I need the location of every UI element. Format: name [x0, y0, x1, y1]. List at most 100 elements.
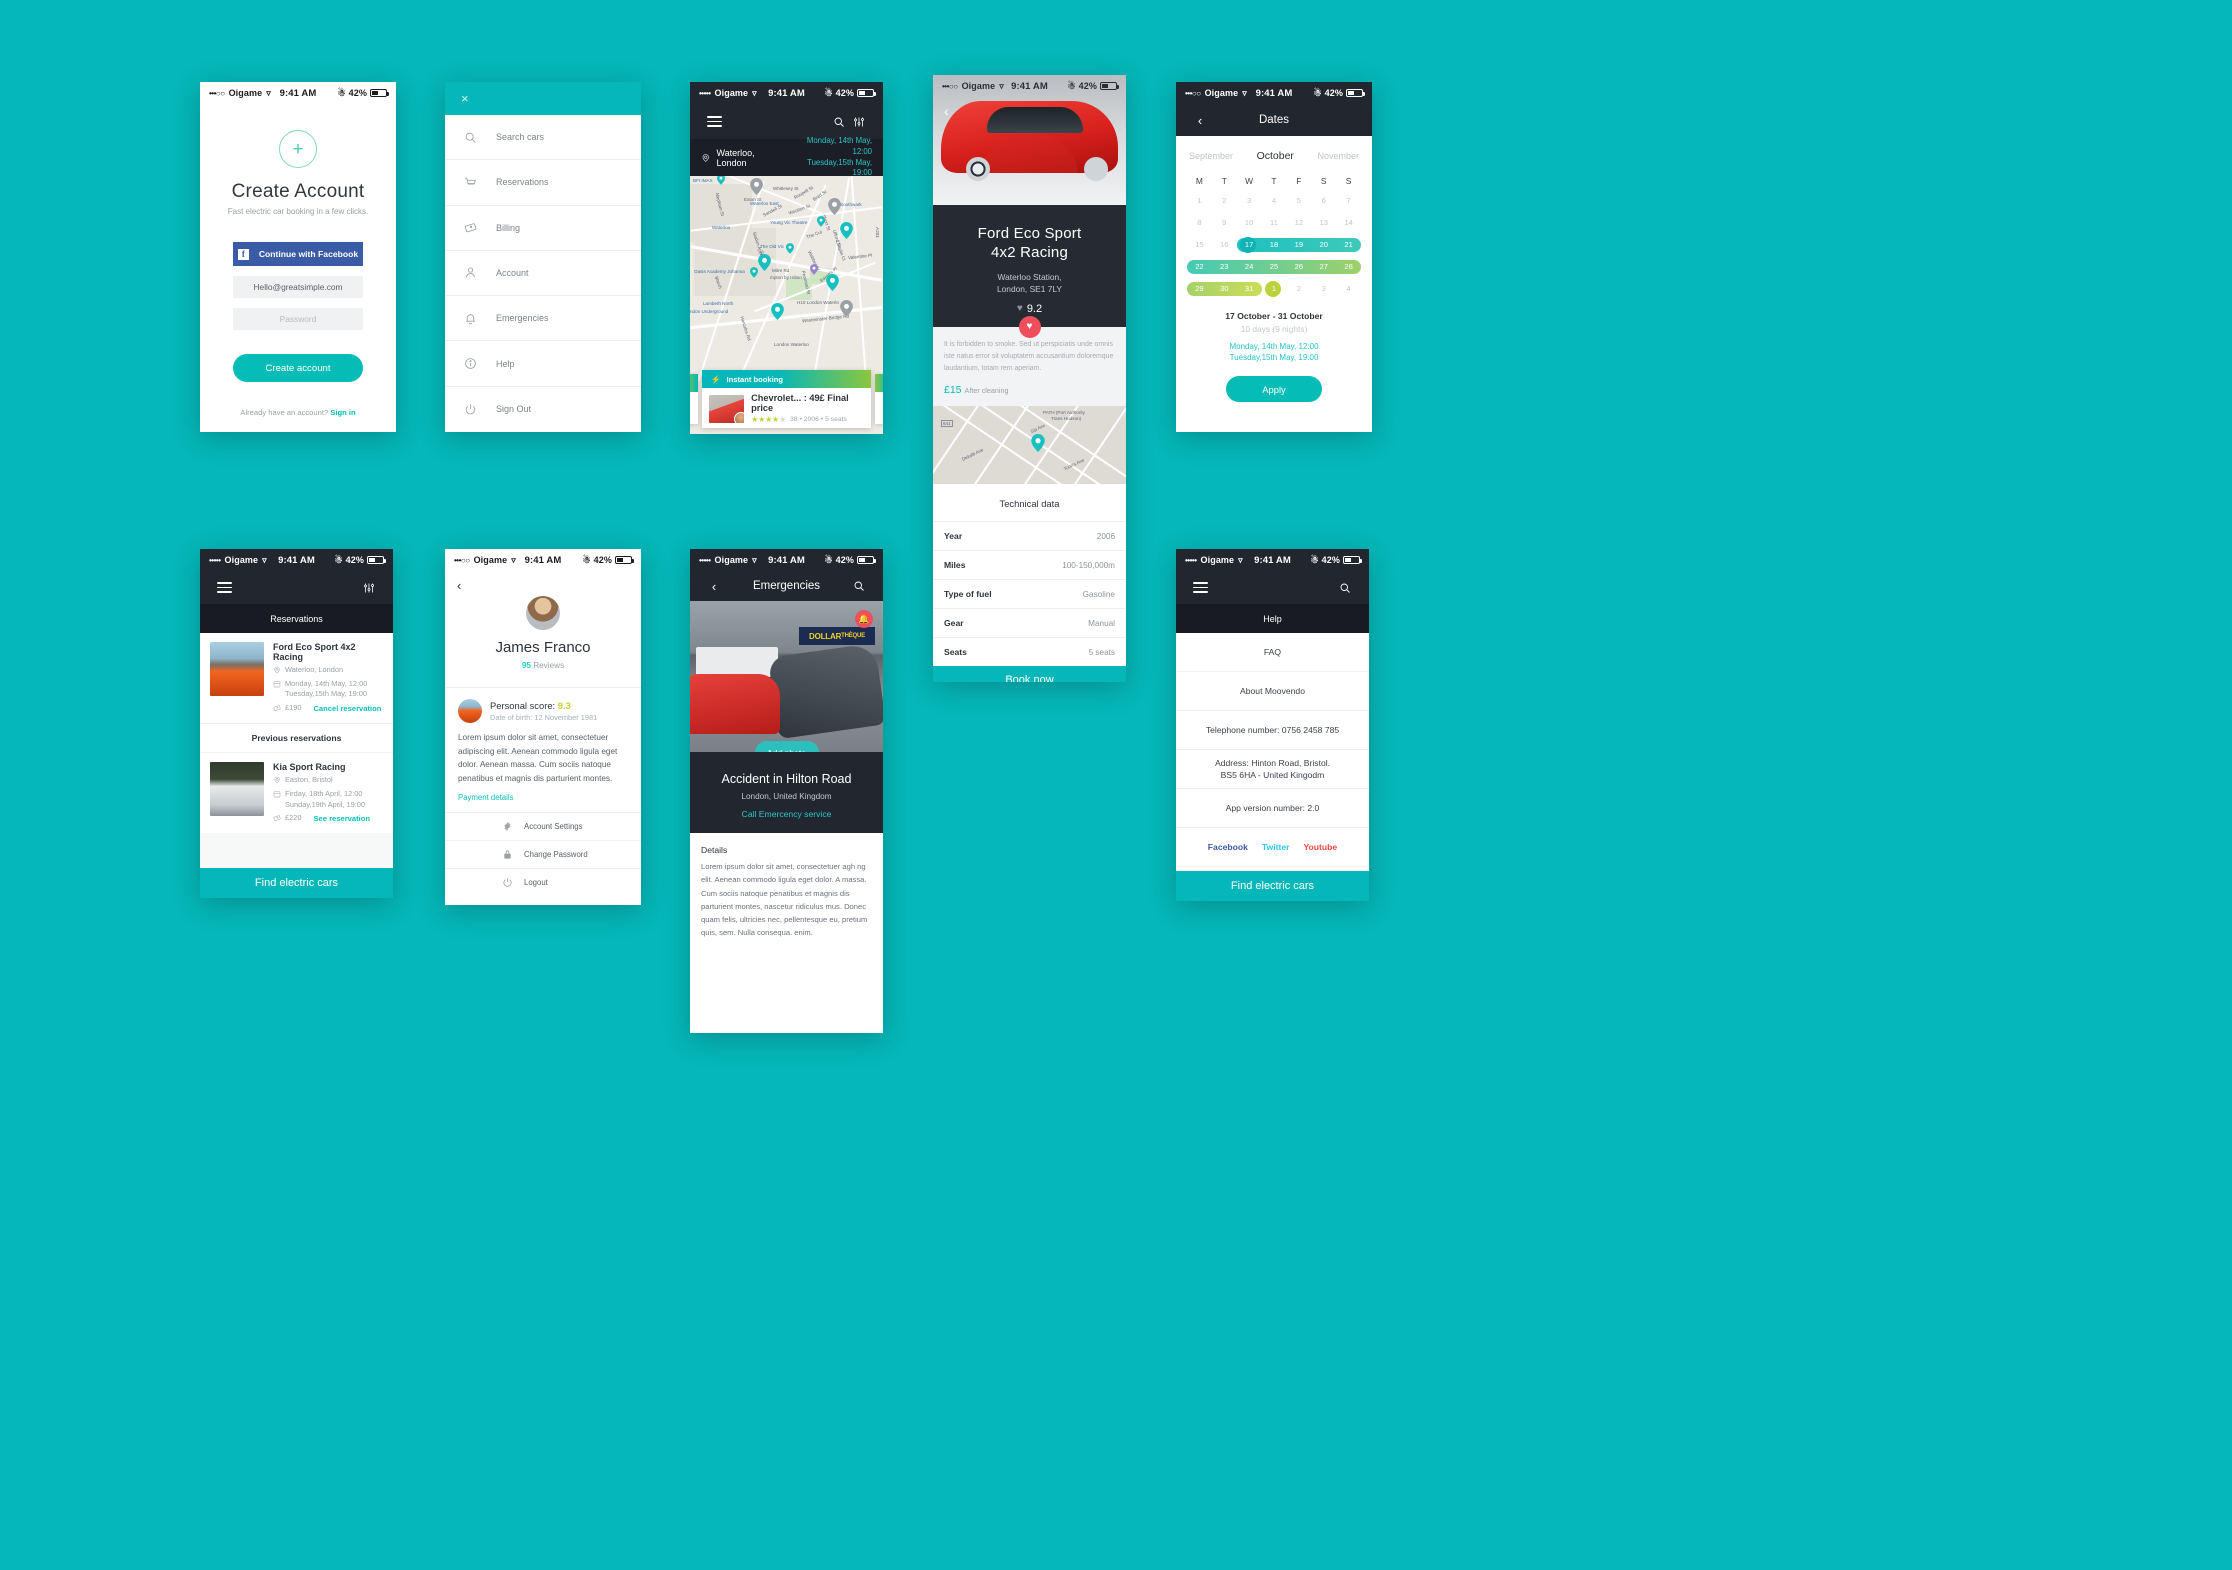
book-now-button[interactable]: Book now [933, 666, 1126, 682]
calendar-day[interactable]: 18 [1262, 237, 1287, 253]
calendar-day[interactable]: 23 [1212, 259, 1237, 275]
map-pin-teal[interactable] [771, 303, 784, 320]
calendar-day[interactable]: 4 [1262, 193, 1287, 209]
calendar-day[interactable]: 7 [1336, 193, 1361, 209]
profile-item-account-settings[interactable]: Account Settings [445, 812, 641, 840]
map-pin-teal[interactable] [826, 274, 839, 291]
calendar-day[interactable]: 11 [1262, 215, 1287, 231]
close-icon[interactable]: × [461, 92, 469, 105]
calendar-day[interactable]: 16 [1212, 237, 1237, 253]
facebook-link[interactable]: Facebook [1208, 841, 1248, 853]
calendar-day[interactable]: 20 [1311, 237, 1336, 253]
month-switcher[interactable]: September October November [1187, 146, 1361, 162]
calendar-day[interactable]: 6 [1311, 193, 1336, 209]
map-pin-grey[interactable] [750, 178, 763, 195]
alert-bell-icon[interactable]: 🔔 [855, 610, 873, 628]
map-pin-teal-small[interactable] [717, 176, 725, 185]
calendar-day[interactable]: 19 [1286, 237, 1311, 253]
calendar-day[interactable]: 9 [1212, 215, 1237, 231]
back-icon[interactable]: ‹ [944, 103, 949, 119]
payment-details-link[interactable]: Payment details [458, 793, 628, 812]
back-button[interactable]: ‹ [704, 576, 724, 596]
car-location-map[interactable]: PATH (Port Authority Trans Hudson) Sip A… [933, 406, 1126, 485]
menu-item-reservations[interactable]: Reservations [445, 160, 641, 206]
calendar-day[interactable]: 2 [1286, 281, 1311, 297]
profile-item-change-password[interactable]: Change Password [445, 840, 641, 868]
filter-button[interactable] [849, 112, 869, 132]
back-button[interactable]: ‹ [1190, 110, 1210, 130]
menu-button[interactable] [1190, 578, 1210, 598]
help-item-faq[interactable]: FAQ [1176, 633, 1369, 672]
calendar-day[interactable]: 31 [1237, 281, 1262, 297]
calendar-day[interactable]: 24 [1237, 259, 1262, 275]
reservation-current[interactable]: Ford Eco Sport 4x2 Racing Waterloo, Lond… [200, 633, 393, 724]
youtube-link[interactable]: Youtube [1303, 841, 1337, 853]
calendar-day[interactable]: 28 [1336, 259, 1361, 275]
continue-with-facebook-button[interactable]: f Continue with Facebook [233, 242, 363, 266]
menu-item-search-cars[interactable]: Search cars [445, 115, 641, 161]
calendar-day-selected-start[interactable]: 17 [1237, 237, 1262, 253]
map-pin-teal-small[interactable] [750, 267, 758, 278]
date-range[interactable]: Monday, 14th May, 12:00 Tuesday,15th May… [790, 136, 872, 178]
calendar-day[interactable]: 13 [1311, 215, 1336, 231]
calendar-day[interactable]: 21 [1336, 237, 1361, 253]
search-button[interactable] [829, 112, 849, 132]
map-pin-purple-small[interactable] [810, 264, 818, 275]
favorite-button[interactable]: ♥ [1018, 315, 1041, 338]
menu-item-billing[interactable]: Billing [445, 206, 641, 251]
sign-in-link[interactable]: Sign in [330, 408, 355, 417]
map-pin-teal-small[interactable] [817, 216, 825, 227]
create-account-button[interactable]: Create account [233, 354, 363, 382]
map-pin-teal[interactable] [758, 254, 771, 271]
accident-photo[interactable]: DOLLARTHÈQUE 🔔 Add photo [690, 601, 883, 752]
calendar-day[interactable]: 30 [1212, 281, 1237, 297]
map-pin-teal[interactable] [840, 222, 853, 239]
add-photo-button[interactable]: Add photo [754, 741, 819, 752]
calendar-day[interactable]: 15 [1187, 237, 1212, 253]
search-button[interactable] [849, 576, 869, 596]
month-prev[interactable]: September [1189, 151, 1233, 161]
calendar-day[interactable]: 8 [1187, 215, 1212, 231]
find-electric-cars-button[interactable]: Find electric cars [200, 868, 393, 898]
calendar-day[interactable]: 25 [1262, 259, 1287, 275]
call-emergency-link[interactable]: Call Emercency service [700, 809, 873, 819]
email-field[interactable]: Hello@greatsimple.com [233, 276, 363, 298]
apply-button[interactable]: Apply [1226, 376, 1322, 403]
calendar-day-selected-end[interactable]: 1 [1262, 281, 1287, 297]
add-account-plus-icon[interactable]: + [279, 130, 317, 168]
calendar-day[interactable]: 3 [1311, 281, 1336, 297]
menu-button[interactable] [214, 578, 234, 598]
map-pin-grey[interactable] [828, 198, 841, 215]
map-pin-teal-small[interactable] [786, 243, 794, 254]
calendar-day[interactable]: 10 [1237, 215, 1262, 231]
calendar-day[interactable]: 14 [1336, 215, 1361, 231]
map-pin-grey[interactable] [840, 300, 853, 317]
location-bar[interactable]: Waterloo, London Monday, 14th May, 12:00… [690, 136, 883, 178]
find-electric-cars-button[interactable]: Find electric cars [1176, 871, 1369, 901]
menu-button[interactable] [704, 112, 724, 132]
cancel-reservation-link[interactable]: Cancel reservation [313, 703, 381, 714]
password-field[interactable]: Password [233, 308, 363, 330]
car-card[interactable]: ⚡ Instant booking Chevrolet... : 49£ Fin… [702, 370, 871, 428]
menu-item-emergencies[interactable]: Emergencies [445, 296, 641, 342]
search-button[interactable] [1335, 578, 1355, 598]
calendar-day[interactable]: 1 [1187, 193, 1212, 209]
profile-item-logout[interactable]: Logout [445, 868, 641, 896]
filter-button[interactable] [359, 578, 379, 598]
reservation-previous[interactable]: Kia Sport Racing Easton, Bristol Firday,… [200, 753, 393, 834]
car-card-next[interactable] [875, 374, 883, 424]
see-reservation-link[interactable]: See reservation [313, 813, 370, 824]
calendar-day[interactable]: 2 [1212, 193, 1237, 209]
help-item-about[interactable]: About Moovendo [1176, 672, 1369, 711]
calendar-day[interactable]: 29 [1187, 281, 1212, 297]
menu-item-account[interactable]: Account [445, 251, 641, 297]
help-item-telephone[interactable]: Telephone number: 0756 2458 785 [1176, 711, 1369, 750]
map-canvas[interactable]: BFI IMAX Waterloo East Waterloo Young Vi… [690, 176, 883, 434]
menu-item-sign-out[interactable]: Sign Out [445, 387, 641, 432]
month-next[interactable]: November [1317, 151, 1359, 161]
calendar-day[interactable]: 5 [1286, 193, 1311, 209]
menu-item-help[interactable]: Help [445, 341, 641, 387]
calendar-day[interactable]: 22 [1187, 259, 1212, 275]
twitter-link[interactable]: Twitter [1262, 841, 1290, 853]
calendar-day[interactable]: 26 [1286, 259, 1311, 275]
